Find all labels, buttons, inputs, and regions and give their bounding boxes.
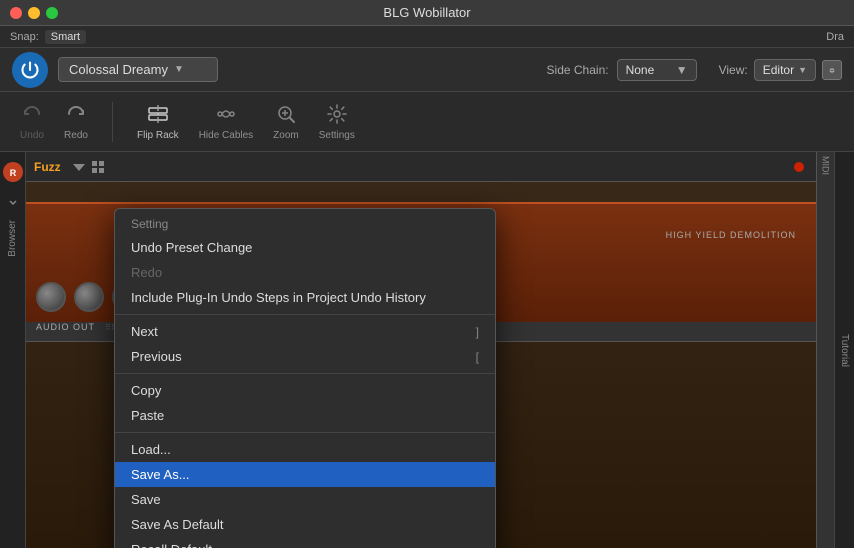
flip-rack-button[interactable]: Flip Rack — [137, 102, 179, 141]
view-value: Editor — [763, 63, 794, 77]
sidechain-area: Side Chain: None ▼ — [547, 59, 697, 81]
tutorial-label: Tutorial — [839, 334, 850, 367]
menu-item-save-as-default-label: Save As Default — [131, 517, 224, 532]
menu-item-next-shortcut: ] — [476, 325, 479, 339]
dropdown-arrow-icon: ▼ — [174, 64, 184, 75]
snap-label: Snap: — [10, 31, 39, 43]
flip-rack-label: Flip Rack — [137, 130, 179, 141]
context-menu: Setting Undo Preset Change Redo Include … — [114, 208, 496, 548]
plugin-content: Fuzz AUDIO OUT ⠿⠿⠿⠿⠿⠿ — [26, 152, 834, 548]
hide-cables-button[interactable]: Hide Cables — [199, 102, 253, 141]
view-button[interactable]: Editor ▼ — [754, 59, 816, 81]
sidechain-label: Side Chain: — [547, 63, 609, 77]
preset-name: Colossal Dreamy — [69, 62, 168, 77]
menu-item-undo-preset[interactable]: Undo Preset Change — [115, 235, 495, 260]
menu-item-save-as-label: Save As... — [131, 467, 190, 482]
redo-button[interactable]: Redo — [64, 102, 88, 141]
browser-expand-arrow[interactable] — [8, 194, 18, 212]
menu-item-paste-label: Paste — [131, 408, 164, 423]
menu-item-recall-default[interactable]: Recall Default — [115, 537, 495, 548]
menu-item-recall-default-label: Recall Default — [131, 542, 212, 548]
title-bar: BLG Wobillator — [0, 0, 854, 26]
hide-cables-label: Hide Cables — [199, 130, 253, 141]
menu-item-copy[interactable]: Copy — [115, 378, 495, 403]
sidechain-value: None — [626, 63, 655, 77]
svg-text:R: R — [9, 168, 16, 178]
menu-item-copy-label: Copy — [131, 383, 161, 398]
menu-item-save-as[interactable]: Save As... — [115, 462, 495, 487]
menu-item-next[interactable]: Next ] — [115, 319, 495, 344]
menu-item-include-undo-label: Include Plug-In Undo Steps in Project Un… — [131, 290, 426, 305]
menu-sep-1 — [115, 314, 495, 315]
menu-item-previous[interactable]: Previous [ — [115, 344, 495, 369]
menu-item-previous-label: Previous — [131, 349, 182, 364]
settings-label: Settings — [319, 130, 355, 141]
flip-rack-icon — [146, 102, 170, 126]
menu-item-load-label: Load... — [131, 442, 171, 457]
zoom-label: Zoom — [273, 130, 299, 141]
chain-link-icon[interactable] — [822, 60, 842, 80]
view-arrow-icon: ▼ — [798, 65, 807, 75]
undo-label: Undo — [20, 130, 44, 141]
menu-sep-3 — [115, 432, 495, 433]
redo-icon — [64, 102, 88, 126]
sidechain-select[interactable]: None ▼ — [617, 59, 697, 81]
snap-bar: Snap: Smart Dra — [0, 26, 854, 48]
window-controls[interactable] — [10, 7, 58, 19]
minimize-button[interactable] — [28, 7, 40, 19]
browser-label: Browser — [7, 220, 18, 257]
zoom-button[interactable]: Zoom — [273, 102, 299, 141]
menu-item-previous-shortcut: [ — [476, 350, 479, 364]
main-area: R Browser Fuzz — [0, 152, 854, 548]
menu-item-next-label: Next — [131, 324, 158, 339]
undo-button[interactable]: Undo — [20, 102, 44, 141]
sidechain-arrow-icon: ▼ — [676, 63, 688, 77]
snap-value[interactable]: Smart — [45, 30, 86, 44]
toolbar-separator — [112, 102, 113, 142]
menu-sep-2 — [115, 373, 495, 374]
browser-panel: R Browser — [0, 152, 26, 548]
hide-cables-icon — [214, 102, 238, 126]
maximize-button[interactable] — [46, 7, 58, 19]
menu-item-undo-preset-label: Undo Preset Change — [131, 240, 252, 255]
menu-item-redo-label: Redo — [131, 265, 162, 280]
toolbar: Undo Redo Flip Rack — [0, 92, 854, 152]
tutorial-panel: Tutorial — [834, 152, 854, 548]
browser-icon[interactable]: R — [3, 162, 23, 182]
menu-item-redo: Redo — [115, 260, 495, 285]
settings-icon — [325, 102, 349, 126]
menu-item-include-undo[interactable]: Include Plug-In Undo Steps in Project Un… — [115, 285, 495, 310]
preset-dropdown[interactable]: Colossal Dreamy ▼ — [58, 57, 218, 82]
context-menu-overlay[interactable]: Setting Undo Preset Change Redo Include … — [26, 152, 834, 548]
drag-label: Dra — [826, 31, 844, 43]
window-title: BLG Wobillator — [383, 5, 470, 20]
menu-item-paste[interactable]: Paste — [115, 403, 495, 428]
settings-button[interactable]: Settings — [319, 102, 355, 141]
undo-icon — [20, 102, 44, 126]
plugin-header: Colossal Dreamy ▼ Side Chain: None ▼ Vie… — [0, 48, 854, 92]
menu-item-save-label: Save — [131, 492, 161, 507]
close-button[interactable] — [10, 7, 22, 19]
view-area: View: Editor ▼ — [719, 59, 842, 81]
menu-item-load[interactable]: Load... — [115, 437, 495, 462]
menu-item-save[interactable]: Save — [115, 487, 495, 512]
view-label: View: — [719, 63, 748, 77]
zoom-icon — [274, 102, 298, 126]
menu-section-header: Setting — [115, 213, 495, 235]
power-button[interactable] — [12, 52, 48, 88]
redo-label: Redo — [64, 130, 88, 141]
menu-item-save-as-default[interactable]: Save As Default — [115, 512, 495, 537]
